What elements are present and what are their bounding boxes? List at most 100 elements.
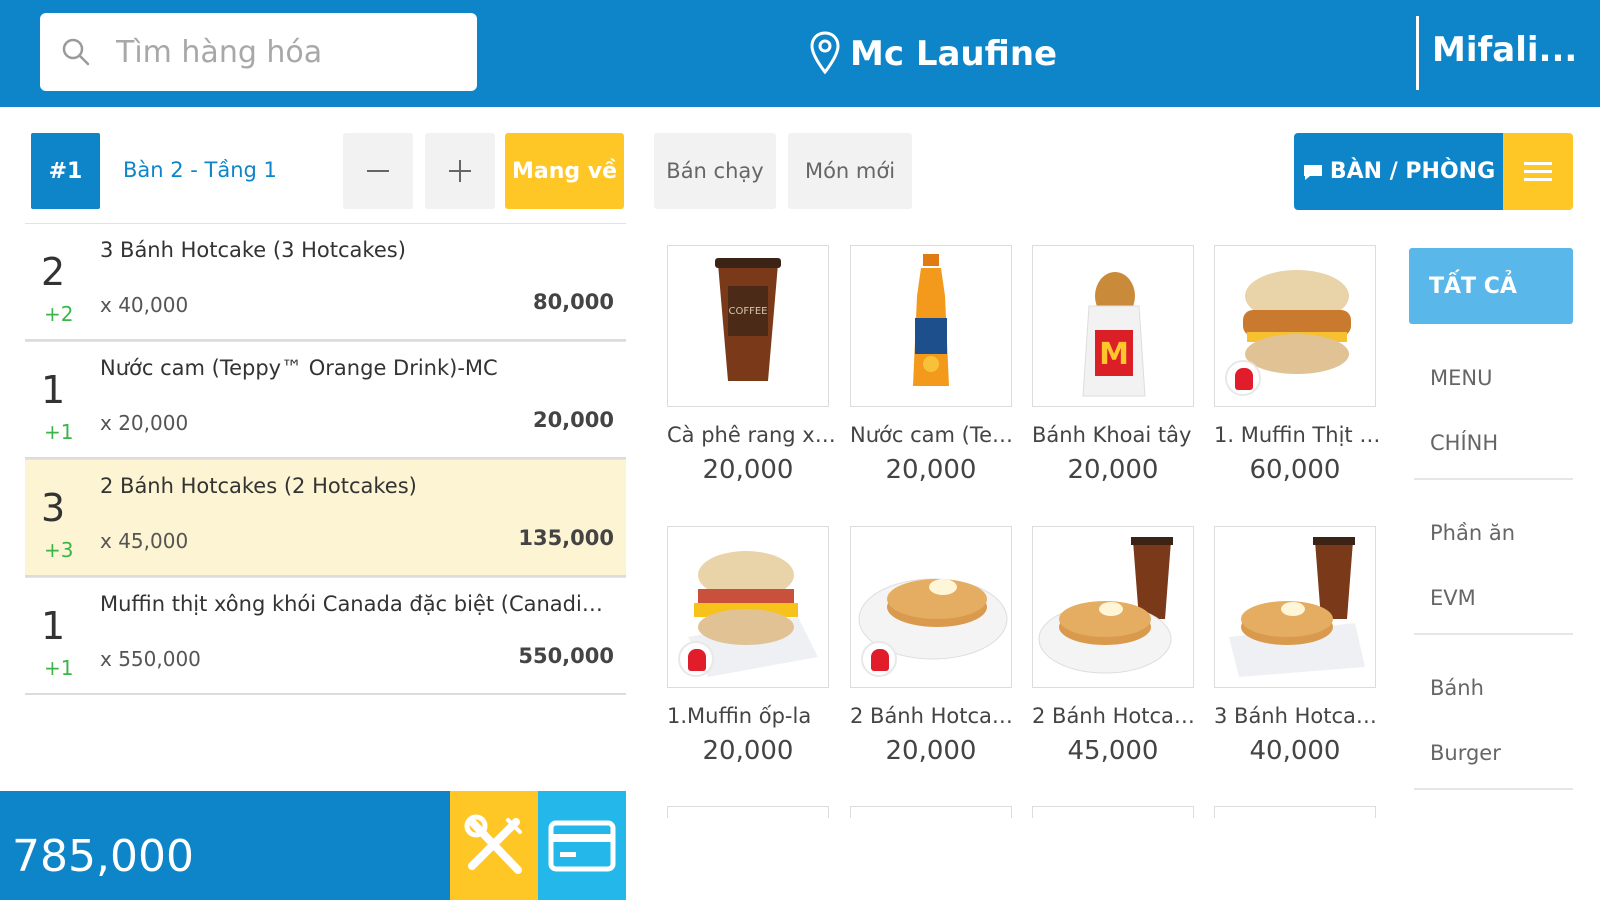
- product-image: [1214, 526, 1376, 688]
- item-quantity[interactable]: 1: [41, 604, 65, 648]
- item-name: Muffin thịt xông khói Canada đặc biệt (C…: [100, 592, 610, 616]
- category-main-menu[interactable]: MENU CHÍNH: [1414, 346, 1573, 476]
- category-divider: [1414, 478, 1573, 480]
- order-item[interactable]: 1 +1 Muffin thịt xông khói Canada đặc bi…: [25, 577, 626, 695]
- coffee-cup-icon: COFFEE: [715, 258, 781, 381]
- product-price: 45,000: [1067, 736, 1159, 766]
- item-total: 135,000: [518, 526, 614, 550]
- category-label: EVM: [1430, 586, 1476, 610]
- user-menu[interactable]: Mifali...: [1432, 30, 1577, 70]
- order-item[interactable]: 2 +2 3 Bánh Hotcake (3 Hotcakes) x 40,00…: [25, 223, 626, 341]
- spicy-badge-icon: [1225, 360, 1261, 396]
- tables-rooms-label: BÀN / PHÒNG: [1329, 159, 1496, 184]
- tab-best-selling[interactable]: Bán chạy: [654, 133, 776, 209]
- product-card[interactable]: 1.Muffin ốp-la 20,000: [667, 526, 829, 766]
- tables-rooms-button[interactable]: BÀN / PHÒNG: [1294, 133, 1503, 210]
- product-name: 2 Bánh Hotcakes: [850, 704, 1020, 728]
- order-grand-total: 785,000: [12, 831, 194, 882]
- search-input[interactable]: [116, 34, 456, 70]
- table-name[interactable]: Bàn 2 - Tầng 1: [123, 158, 277, 182]
- order-item-selected[interactable]: 3 +3 2 Bánh Hotcakes (2 Hotcakes) x 45,0…: [25, 459, 626, 577]
- product-card[interactable]: 2 Bánh Hotcakes + Cà phê 45,000: [1032, 526, 1202, 766]
- hash-brown-icon: M: [1082, 272, 1146, 397]
- category-burger[interactable]: Bánh Burger: [1414, 656, 1573, 786]
- spicy-badge-icon: [861, 641, 897, 677]
- product-image: [850, 526, 1012, 688]
- product-image: [667, 526, 829, 688]
- item-name: 3 Bánh Hotcake (3 Hotcakes): [100, 238, 406, 262]
- payment-button[interactable]: [538, 791, 626, 900]
- location-pin-icon: [810, 31, 840, 75]
- tab-new-items[interactable]: Món mới: [788, 133, 912, 209]
- category-divider: [1414, 788, 1573, 790]
- product-card[interactable]: COFFEE Cà phê rang xay 20,000: [667, 245, 837, 485]
- product-name: 1. Muffin Thịt gà: [1214, 423, 1384, 447]
- product-card-partial[interactable]: [1214, 806, 1376, 818]
- hotcakes-coffee-icon: [1229, 537, 1365, 677]
- header-divider: [1416, 16, 1419, 90]
- product-name: 2 Bánh Hotcakes + Cà phê: [1032, 704, 1202, 728]
- category-label: Phần ăn: [1430, 521, 1516, 545]
- svg-text:M: M: [1099, 337, 1129, 372]
- add-order-button[interactable]: [425, 133, 495, 209]
- item-quantity[interactable]: 3: [41, 486, 65, 530]
- order-item[interactable]: 1 +1 Nước cam (Teppy™ Orange Drink)-MC x…: [25, 341, 626, 459]
- product-price: 20,000: [885, 736, 977, 766]
- product-price: 20,000: [885, 455, 977, 485]
- product-image: [850, 245, 1012, 407]
- item-quantity-delta: +3: [44, 538, 74, 562]
- product-price: 20,000: [702, 455, 794, 485]
- product-image: COFFEE: [667, 245, 829, 407]
- product-card-partial[interactable]: [1032, 806, 1194, 818]
- item-unit-price: x 550,000: [100, 647, 201, 671]
- takeaway-button[interactable]: Mang về: [505, 133, 624, 209]
- product-card[interactable]: 2 Bánh Hotcakes 20,000: [850, 526, 1020, 766]
- product-card[interactable]: M Bánh Khoai tây 20,000: [1032, 245, 1194, 485]
- product-name: Bánh Khoai tây: [1032, 423, 1192, 447]
- hotcakes-coffee-icon: [1038, 537, 1173, 674]
- credit-card-icon: [548, 820, 616, 871]
- item-unit-price: x 40,000: [100, 293, 189, 317]
- product-image: [1032, 526, 1194, 688]
- item-quantity-delta: +1: [44, 420, 74, 444]
- category-label: MENU: [1430, 366, 1493, 390]
- item-quantity[interactable]: 1: [41, 368, 65, 412]
- minus-icon: [367, 170, 389, 172]
- svg-text:COFFEE: COFFEE: [729, 306, 768, 317]
- store-location[interactable]: Mc Laufine: [808, 24, 1057, 84]
- send-to-kitchen-button[interactable]: [450, 791, 538, 900]
- search-box[interactable]: [40, 13, 477, 91]
- item-unit-price: x 45,000: [100, 529, 189, 553]
- product-price: 40,000: [1249, 736, 1341, 766]
- plus-icon: [449, 160, 471, 182]
- item-quantity-delta: +1: [44, 656, 74, 680]
- item-quantity[interactable]: 2: [41, 250, 65, 294]
- hamburger-menu-button[interactable]: [1503, 133, 1573, 210]
- order-number-tab[interactable]: #1: [31, 133, 100, 209]
- category-divider: [1414, 633, 1573, 635]
- category-label: Burger: [1430, 741, 1501, 765]
- product-card[interactable]: Nước cam (Teppy) 20,000: [850, 245, 1020, 485]
- fork-knife-icon: [464, 814, 522, 874]
- category-all[interactable]: TẤT CẢ: [1409, 248, 1573, 324]
- product-price: 20,000: [1067, 455, 1159, 485]
- product-name: Cà phê rang xay: [667, 423, 837, 447]
- chat-bubble-icon: [1303, 164, 1322, 180]
- remove-order-button[interactable]: [343, 133, 413, 209]
- product-price: 60,000: [1249, 455, 1341, 485]
- item-unit-price: x 20,000: [100, 411, 189, 435]
- product-name: 1.Muffin ốp-la: [667, 704, 812, 728]
- orange-bottle-icon: [913, 254, 949, 386]
- item-name: Nước cam (Teppy™ Orange Drink)-MC: [100, 356, 498, 380]
- product-card-partial[interactable]: [850, 806, 1012, 818]
- spicy-badge-icon: [678, 641, 714, 677]
- item-quantity-delta: +2: [44, 302, 74, 326]
- hamburger-icon: [1524, 161, 1552, 181]
- item-total: 80,000: [532, 290, 614, 314]
- item-name: 2 Bánh Hotcakes (2 Hotcakes): [100, 474, 417, 498]
- product-card-partial[interactable]: [667, 806, 829, 818]
- product-card[interactable]: 1. Muffin Thịt gà 60,000: [1214, 245, 1384, 485]
- product-card[interactable]: 3 Bánh Hotcakes + Cà phê 40,000: [1214, 526, 1384, 766]
- order-total-bar: 785,000: [0, 791, 450, 900]
- category-evm-meals[interactable]: Phần ăn EVM: [1414, 501, 1573, 631]
